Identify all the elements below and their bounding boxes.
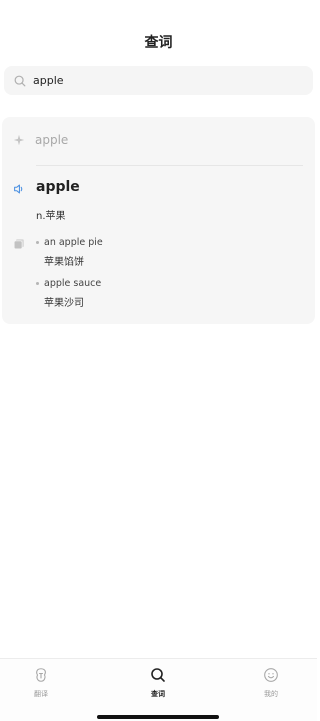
entry-word: apple [36, 179, 80, 195]
tab-me[interactable]: 我的 [241, 667, 301, 699]
tab-label: 我的 [264, 690, 278, 698]
page-title: 查词 [144, 35, 173, 51]
search-bar[interactable] [4, 66, 313, 95]
phrase-english: an apple pie [44, 237, 103, 248]
tab-label: 查词 [151, 690, 165, 698]
phrase-item[interactable]: apple sauce 苹果沙司 [36, 278, 101, 309]
tab-label: 翻译 [34, 690, 48, 698]
tab-bar: 翻译 查词 我的 [0, 658, 317, 721]
phrase-chinese: 苹果沙司 [44, 298, 84, 309]
search-icon [14, 75, 26, 86]
home-indicator[interactable] [97, 715, 219, 719]
header: 查词 [0, 0, 317, 66]
sparkle-icon [13, 134, 25, 146]
smiley-icon [264, 668, 278, 682]
phrase-item[interactable]: an apple pie 苹果馅饼 [36, 237, 103, 268]
tab-translate[interactable]: 翻译 [11, 667, 71, 699]
divider [36, 165, 303, 166]
suggestion-item[interactable]: apple [2, 117, 315, 163]
phrases-icon [13, 239, 24, 250]
translate-icon [36, 668, 46, 682]
results-card: apple apple n.苹果 an apple pie 苹果馅饼 apple… [2, 117, 315, 324]
search-input[interactable] [33, 74, 293, 87]
speaker-icon[interactable] [12, 182, 26, 196]
entry-definition: n.苹果 [36, 211, 66, 222]
bullet [36, 241, 39, 244]
bullet [36, 282, 39, 285]
tab-lookup[interactable]: 查词 [128, 667, 188, 699]
suggestion-word: apple [35, 133, 69, 147]
search-icon [151, 668, 165, 682]
phrase-chinese: 苹果馅饼 [44, 257, 84, 268]
phrase-english: apple sauce [44, 278, 102, 289]
